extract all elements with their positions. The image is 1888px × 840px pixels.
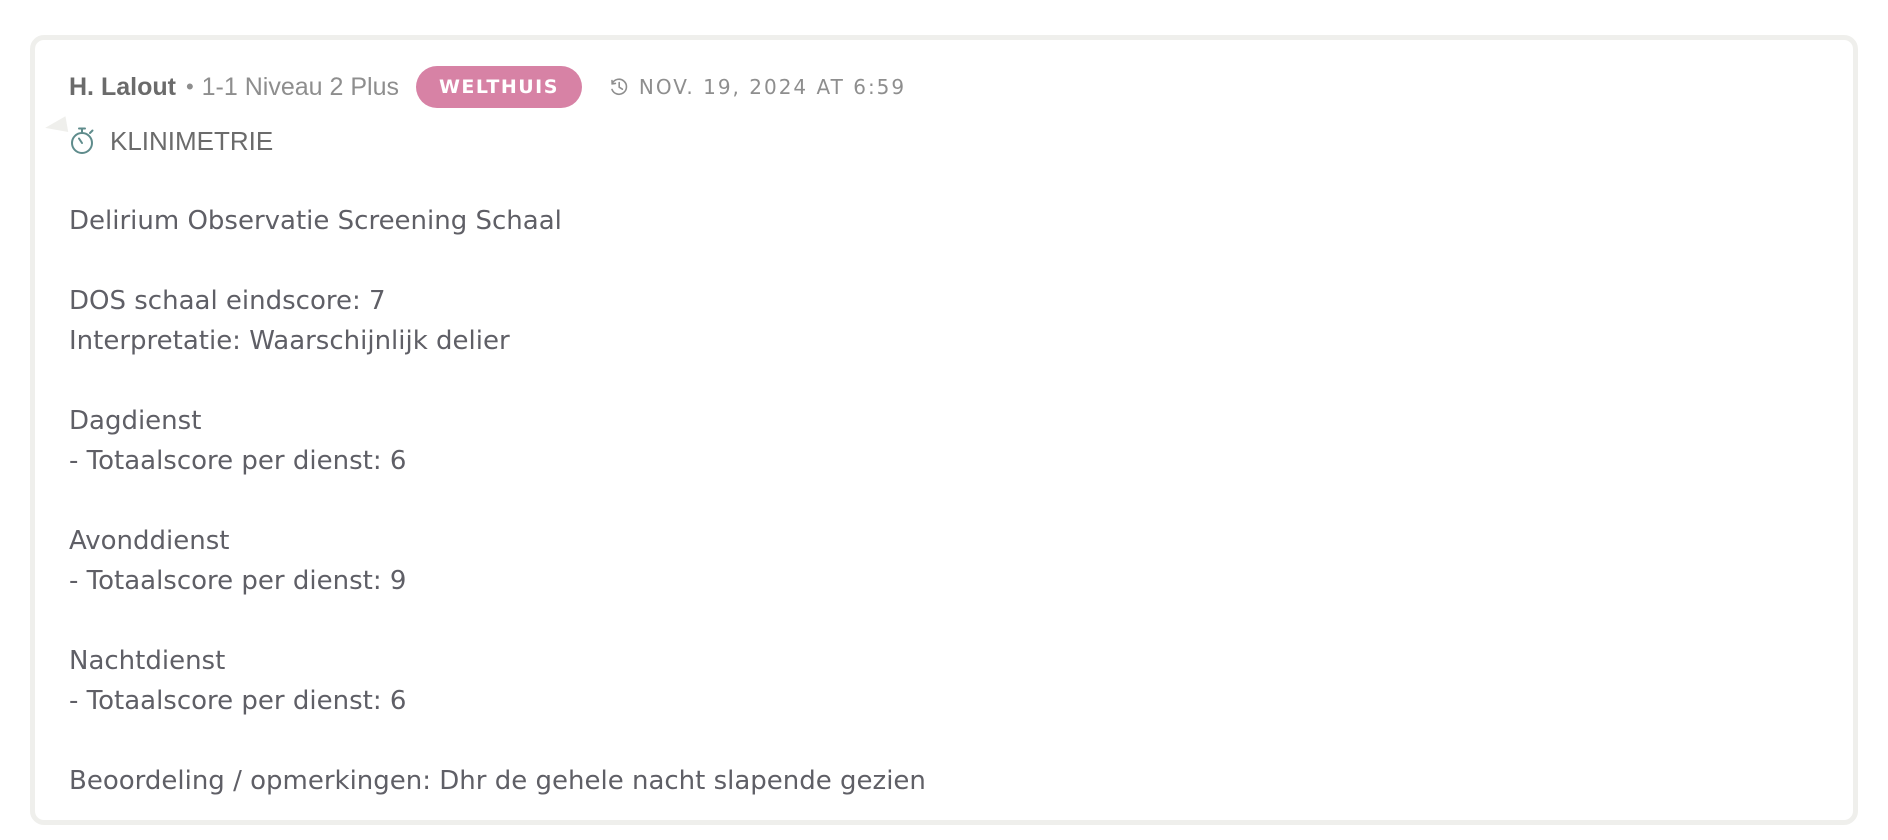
shift-score: - Totaalscore per dienst: 6 [69, 686, 407, 716]
interpretation: Interpretatie: Waarschijnlijk delier [69, 326, 510, 356]
shift-name: Avonddienst [69, 526, 230, 556]
speech-pointer [43, 116, 69, 136]
stopwatch-icon [69, 125, 97, 157]
note-body: Delirium Observatie Screening Schaal DOS… [69, 201, 926, 801]
note-title: Delirium Observatie Screening Schaal [69, 206, 562, 236]
shift-name: Dagdienst [69, 406, 202, 436]
author-name[interactable]: H. Lalout [69, 73, 176, 102]
note-card: H. Lalout • 1-1 Niveau 2 Plus WELTHUIS N… [30, 35, 1858, 825]
remarks: Beoordeling / opmerkingen: Dhr de gehele… [69, 766, 926, 796]
category-row: KLINIMETRIE [69, 122, 273, 160]
shift-name: Nachtdienst [69, 646, 226, 676]
meta-separator: • [185, 74, 194, 99]
category-label: KLINIMETRIE [110, 125, 274, 156]
shift-score: - Totaalscore per dienst: 9 [69, 566, 407, 596]
unit-name: 1-1 Niveau 2 Plus [201, 72, 399, 101]
location-badge: WELTHUIS [415, 66, 582, 108]
final-score: DOS schaal eindscore: 7 [69, 286, 386, 316]
post-timestamp: NOV. 19, 2024 AT 6:59 [638, 75, 907, 99]
clock-history-icon [609, 77, 629, 97]
shift-score: - Totaalscore per dienst: 6 [69, 446, 407, 476]
note-header: H. Lalout • 1-1 Niveau 2 Plus WELTHUIS N… [69, 65, 906, 109]
